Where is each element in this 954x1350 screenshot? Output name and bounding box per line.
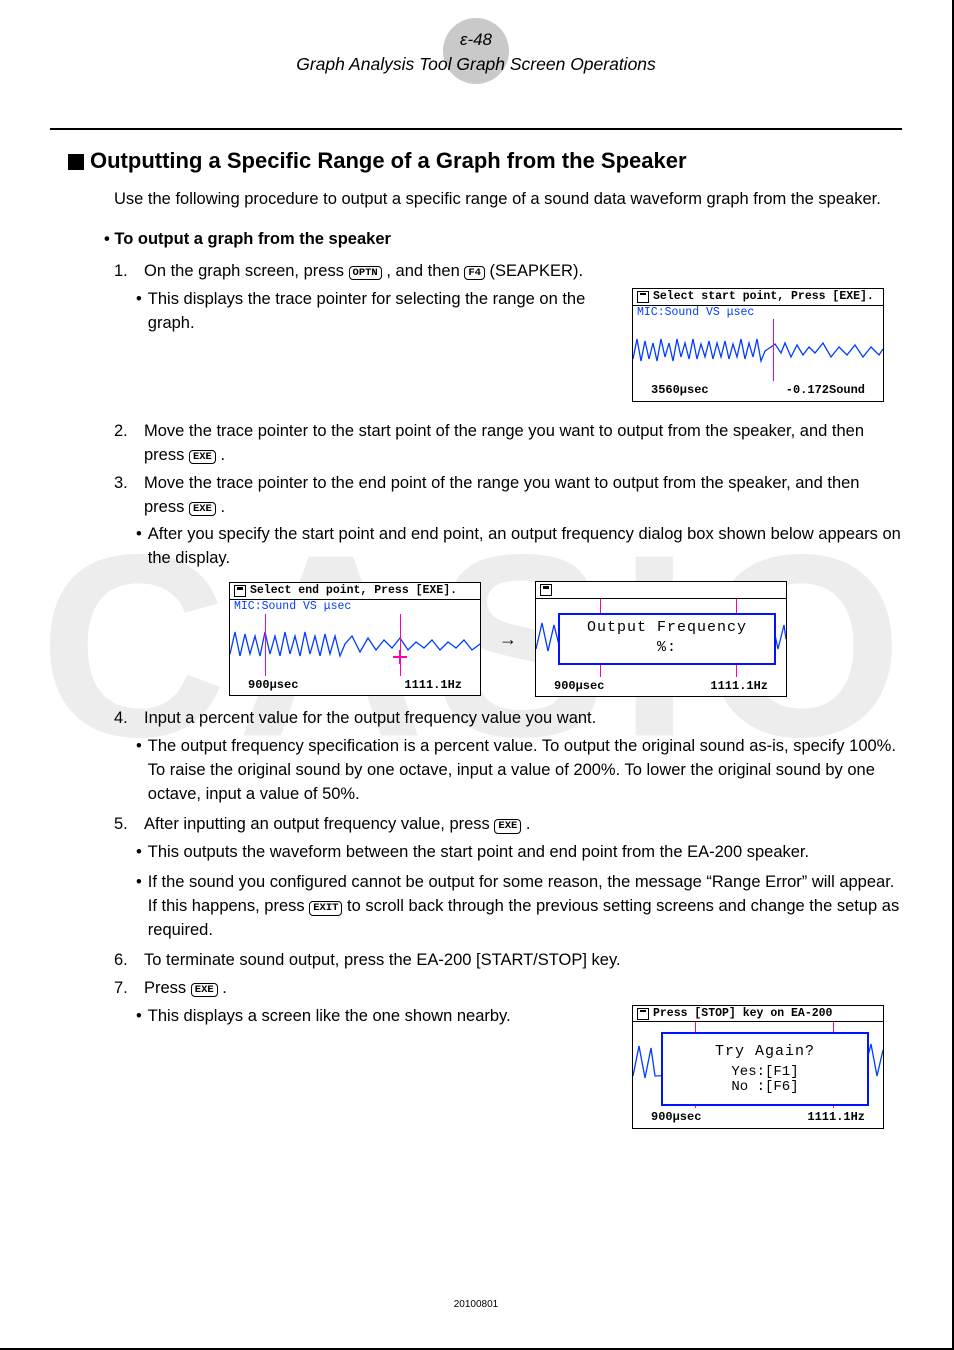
- screen1-plot: [633, 319, 883, 381]
- screen4-y: 1111.1Hz: [807, 1110, 865, 1124]
- step-4: 4. Input a percent value for the output …: [114, 707, 902, 731]
- step4-text: Input a percent value for the output fre…: [144, 707, 902, 731]
- calc-screen-4: Press [STOP] key on EA-200 Try Again? Ye…: [632, 1005, 884, 1129]
- step-7: 7. Press EXE .: [114, 977, 902, 1001]
- dialog-title: Output Frequency: [560, 619, 774, 637]
- try-again-dialog: Try Again? Yes:[F1] No :[F6]: [661, 1032, 869, 1106]
- key-exe: EXE: [189, 450, 216, 465]
- step7-text-a: Press: [144, 979, 191, 997]
- sub-heading-text: To output a graph from the speaker: [114, 230, 391, 248]
- key-exe: EXE: [191, 983, 218, 998]
- step7-text-b: .: [222, 979, 227, 997]
- divider: [50, 128, 902, 130]
- screen4-header: Press [STOP] key on EA-200: [653, 1007, 832, 1021]
- dialog-percent-row: %:: [560, 639, 774, 657]
- try-again-no: No :[F6]: [663, 1080, 867, 1095]
- step5-bullet-a: • This outputs the waveform between the …: [136, 841, 902, 865]
- battery-icon: [234, 585, 246, 597]
- screen1-header: Select start point, Press [EXE].: [653, 290, 874, 304]
- trace-pointer-end-line: [400, 614, 401, 676]
- section-heading: Outputting a Specific Range of a Graph f…: [68, 148, 902, 174]
- step1-text-mid: , and then: [386, 262, 464, 280]
- key-exe: EXE: [189, 502, 216, 517]
- step3-text-b: .: [220, 498, 225, 516]
- footer-number: 20100801: [454, 1299, 499, 1310]
- trace-pointer: [773, 319, 774, 381]
- step1-bullet: • This displays the trace pointer for se…: [136, 288, 608, 336]
- arrow-icon: →: [499, 626, 517, 652]
- step4-bullet: • The output frequency specification is …: [136, 735, 902, 807]
- step5-text-b: .: [526, 815, 531, 833]
- key-optn: OPTN: [349, 266, 382, 281]
- trace-pointer-end-cross: [393, 650, 407, 664]
- section-heading-text: Outputting a Specific Range of a Graph f…: [90, 148, 687, 174]
- step-number: 1.: [114, 260, 136, 284]
- key-exit: EXIT: [309, 901, 342, 916]
- battery-icon: [637, 1008, 649, 1020]
- step5-bullet-a-text: This outputs the waveform between the st…: [148, 841, 809, 865]
- calc-screen-3: Output Frequency %: 900μsec 1111.1Hz: [535, 581, 787, 697]
- step-6: 6. To terminate sound output, press the …: [114, 949, 902, 973]
- intro-text: Use the following procedure to output a …: [114, 188, 902, 212]
- step1-bullet-text: This displays the trace pointer for sele…: [148, 288, 608, 336]
- sub-heading: • To output a graph from the speaker: [104, 228, 902, 252]
- step-3: 3. Move the trace pointer to the end poi…: [114, 472, 902, 520]
- screen2-header: Select end point, Press [EXE].: [250, 584, 457, 598]
- screen2-y: 1111.1Hz: [404, 678, 462, 692]
- step-1: 1. On the graph screen, press OPTN , and…: [114, 260, 902, 284]
- step2-text-b: .: [220, 446, 225, 464]
- trace-pointer-start: [265, 614, 266, 676]
- step-2: 2. Move the trace pointer to the start p…: [114, 420, 902, 468]
- screen2-label: MIC:Sound VS μsec: [230, 600, 480, 614]
- square-bullet-icon: [68, 154, 84, 170]
- step4-bullet-text: The output frequency specification is a …: [148, 735, 902, 807]
- screen3-x: 900μsec: [554, 679, 604, 693]
- battery-icon: [540, 584, 552, 596]
- step5-text-a: After inputting an output frequency valu…: [144, 815, 494, 833]
- page-header-title: Graph Analysis Tool Graph Screen Operati…: [50, 54, 902, 75]
- step7-bullet-text: This displays a screen like the one show…: [148, 1005, 511, 1029]
- step5-bullet-b: • If the sound you configured cannot be …: [136, 871, 902, 943]
- screen1-x: 3560μsec: [651, 383, 709, 397]
- page-header: ε-48 Graph Analysis Tool Graph Screen Op…: [50, 18, 902, 88]
- step3-bullet-text: After you specify the start point and en…: [148, 523, 902, 571]
- screen3-y: 1111.1Hz: [710, 679, 768, 693]
- step3-bullet: • After you specify the start point and …: [136, 523, 902, 571]
- screen4-x: 900μsec: [651, 1110, 701, 1124]
- step7-bullet: • This displays a screen like the one sh…: [136, 1005, 608, 1029]
- step2-text-a: Move the trace pointer to the start poin…: [144, 422, 864, 464]
- screen2-plot: [230, 614, 480, 676]
- screen2-x: 900μsec: [248, 678, 298, 692]
- step-5: 5. After inputting an output frequency v…: [114, 813, 902, 837]
- key-f4: F4: [464, 266, 485, 281]
- step6-text: To terminate sound output, press the EA-…: [144, 949, 902, 973]
- battery-icon: [637, 291, 649, 303]
- step1-text-a: On the graph screen, press: [144, 262, 349, 280]
- screen4-plot: Try Again? Yes:[F1] No :[F6]: [633, 1022, 883, 1108]
- screen3-plot: Output Frequency %:: [536, 599, 786, 677]
- key-exe: EXE: [494, 819, 521, 834]
- calc-screen-1: Select start point, Press [EXE]. MIC:Sou…: [632, 288, 884, 402]
- page-number: ε-48: [50, 30, 902, 50]
- screen1-label: MIC:Sound VS μsec: [633, 306, 883, 320]
- try-again-yes: Yes:[F1]: [663, 1065, 867, 1080]
- screen1-y: -0.172Sound: [786, 383, 865, 397]
- output-frequency-dialog: Output Frequency %:: [558, 613, 776, 665]
- step3-text-a: Move the trace pointer to the end point …: [144, 474, 859, 516]
- calc-screen-2: Select end point, Press [EXE]. MIC:Sound…: [229, 582, 481, 696]
- step1-text-b: (SEAPKER).: [490, 262, 584, 280]
- try-again-title: Try Again?: [663, 1043, 867, 1061]
